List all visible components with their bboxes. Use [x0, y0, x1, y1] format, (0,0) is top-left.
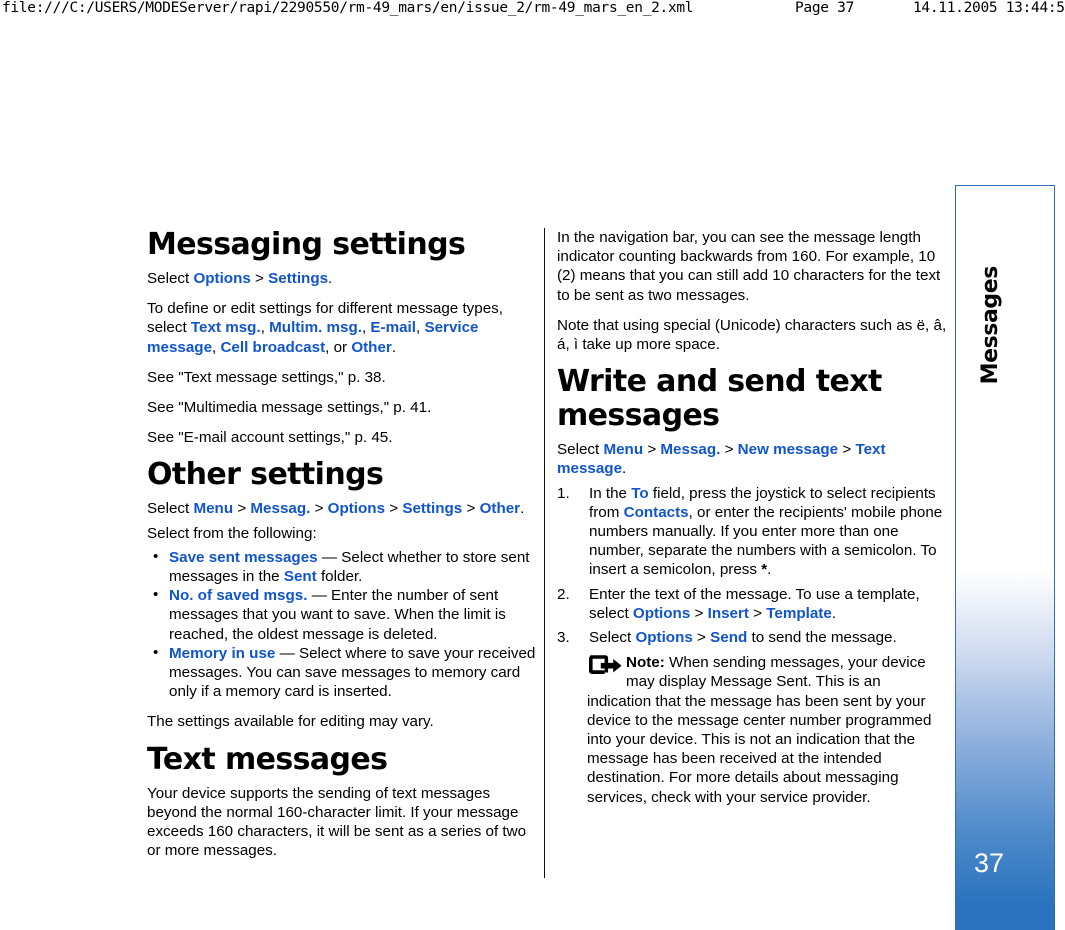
text-other-select-lead: Select — [147, 500, 194, 518]
list-item: No. of saved msgs. — Enter the number of… — [147, 585, 539, 644]
step1-seg1: In the — [589, 484, 632, 502]
text-select-lead: Select — [147, 270, 194, 287]
list-item: Memory in use — Select where to save you… — [147, 643, 539, 702]
sep-1: , — [260, 319, 270, 337]
side-tab-label: Messages — [978, 266, 1003, 385]
paragraph-settings-may-vary: The settings available for editing may v… — [147, 713, 434, 731]
paragraph-define-edit-settings: To define or edit settings for different… — [147, 299, 539, 357]
link-options: Options — [193, 270, 251, 287]
paragraph-other-settings-path: Select Menu > Messag. > Options > Settin… — [147, 499, 539, 518]
link-menu-r: Menu — [603, 441, 644, 459]
list-item: In the To field, press the joystick to s… — [557, 484, 949, 580]
list-item: Save sent messages — Select whether to s… — [147, 547, 539, 586]
sep-gt-r1: > — [643, 441, 661, 459]
note-paragraph: When sending messages, your device may d… — [587, 654, 932, 806]
bullet-term-memory-in-use: Memory in use — [169, 644, 276, 662]
link-e-mail: E-mail — [370, 319, 416, 337]
step3-seg1: Select — [589, 629, 636, 647]
note-body: Note: When sending messages, your device… — [587, 654, 931, 805]
crossref-text-message-settings: See "Text message settings," p. 38. — [147, 368, 386, 386]
sep-gt-a: > — [233, 500, 251, 518]
link-text-msg: Text msg. — [190, 319, 261, 337]
heading-text-messages: Text messages — [147, 741, 388, 777]
step1-seg4: . — [767, 561, 772, 579]
document-page: Messaging settings Select Options > Sett… — [0, 0, 1065, 930]
bullet-body-after-0: folder. — [316, 568, 363, 586]
heading-messaging-settings: Messaging settings — [147, 227, 466, 262]
chapter-side-tab: Messages 37 — [955, 185, 1055, 930]
step3-seg2: > — [692, 629, 711, 647]
step3-seg3: to send the message. — [747, 629, 897, 647]
text-select-lead-r: Select — [557, 441, 604, 459]
link-insert: Insert — [707, 604, 749, 622]
link-to-field: To — [631, 484, 649, 502]
paragraph-select-from-following: Select from the following: — [147, 524, 317, 542]
link-messag-r: Messag. — [660, 441, 721, 459]
sep-gt-d: > — [462, 500, 480, 518]
note-label: Note: — [626, 654, 665, 672]
list-item: Enter the text of the message. To use a … — [557, 585, 949, 623]
sep-gt-r2: > — [720, 441, 738, 459]
link-template: Template — [766, 604, 832, 622]
paragraph-unicode-characters: Note that using special (Unicode) charac… — [557, 316, 947, 354]
write-send-steps-list: In the To field, press the joystick to s… — [557, 484, 949, 648]
page-number: 37 — [974, 848, 1005, 878]
link-send: Send — [710, 629, 748, 647]
paragraph-select-options-settings: Select Options > Settings. — [147, 269, 539, 288]
text-period-r: . — [622, 460, 627, 478]
link-other-2: Other — [479, 500, 521, 518]
link-cell-broadcast: Cell broadcast — [220, 338, 326, 356]
heading-other-settings: Other settings — [147, 457, 384, 493]
crossref-email-account-settings: See "E-mail account settings," p. 45. — [147, 429, 393, 447]
link-new-message: New message — [737, 441, 839, 459]
bullet-term-no-of-saved-msgs: No. of saved msgs. — [169, 587, 308, 605]
link-multim-msg: Multim. msg. — [269, 319, 362, 337]
note-callout: Note: When sending messages, your device… — [587, 653, 949, 807]
other-settings-bullet-list: Save sent messages — Select whether to s… — [147, 547, 539, 702]
text-period-2: . — [391, 338, 397, 356]
text-period: . — [328, 270, 333, 287]
link-options-2: Options — [327, 500, 386, 518]
crossref-multimedia-message-settings: See "Multimedia message settings," p. 41… — [147, 399, 432, 417]
link-settings: Settings — [268, 270, 329, 287]
heading-write-and-send-text-messages: Write and send text messages — [557, 364, 882, 434]
link-sent-folder: Sent — [283, 568, 317, 586]
link-messag: Messag. — [250, 500, 311, 518]
step2-seg2: > — [690, 604, 708, 622]
link-menu: Menu — [193, 500, 234, 518]
separator-gt: > — [250, 270, 269, 287]
link-other: Other — [351, 338, 392, 356]
link-contacts: Contacts — [623, 503, 689, 521]
bullet-term-save-sent-messages: Save sent messages — [169, 548, 318, 566]
sep-gt-b: > — [310, 500, 328, 518]
link-options-step3: Options — [635, 629, 693, 647]
text-period-3: . — [520, 500, 525, 518]
sep-5: , or — [325, 338, 352, 356]
column-divider — [544, 228, 545, 878]
link-settings-2: Settings — [402, 500, 463, 518]
link-options-step2: Options — [632, 604, 691, 622]
paragraph-navigation-bar: In the navigation bar, you can see the m… — [557, 229, 941, 304]
left-column: Messaging settings Select Options > Sett… — [147, 228, 539, 871]
right-column: In the navigation bar, you can see the m… — [557, 228, 949, 807]
paragraph-write-send-path: Select Menu > Messag. > New message > Te… — [557, 440, 949, 478]
sep-gt-r3: > — [838, 441, 856, 459]
step2-seg3: > — [748, 604, 767, 622]
sep-gt-c: > — [385, 500, 403, 518]
device-send-arrow-icon — [587, 654, 623, 676]
step2-seg4: . — [831, 604, 837, 622]
paragraph-text-messages-intro: Your device supports the sending of text… — [147, 784, 527, 860]
list-item: Select Options > Send to send the messag… — [557, 628, 949, 647]
